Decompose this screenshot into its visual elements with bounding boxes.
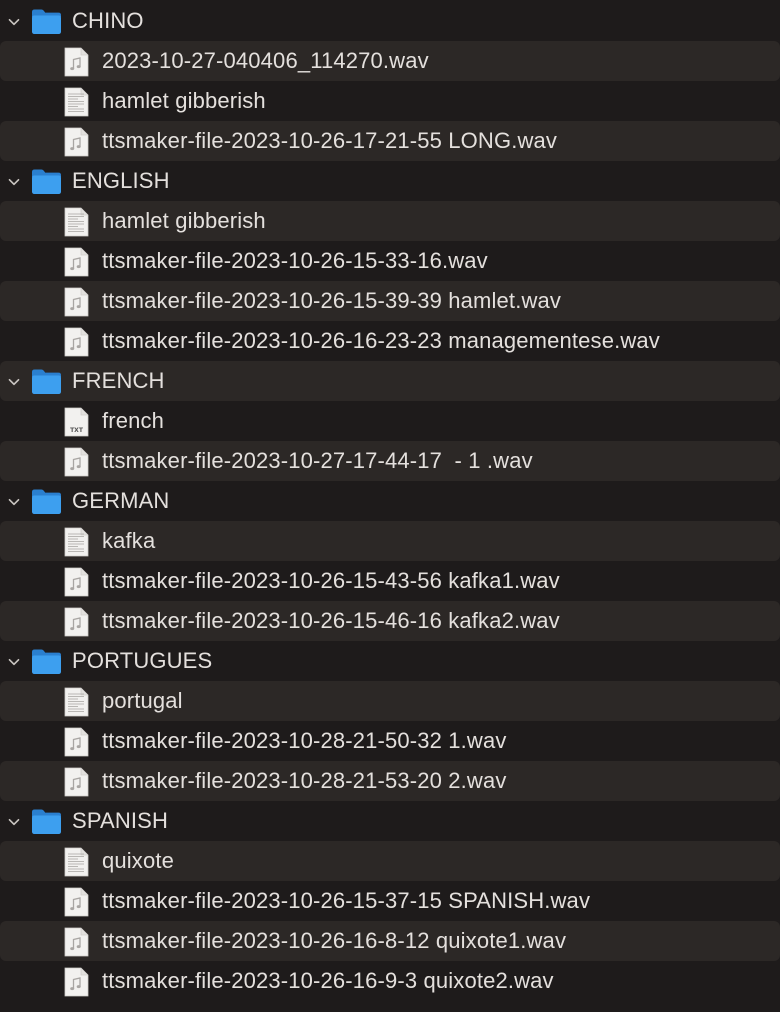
chevron-down-icon[interactable]	[8, 655, 20, 667]
folder-name: FRENCH	[72, 368, 165, 393]
audio-file-icon	[63, 767, 89, 797]
file-name: quixote	[102, 848, 174, 873]
audio-file-icon	[63, 727, 89, 757]
audio-file-icon	[63, 927, 89, 957]
audio-file-icon	[63, 567, 89, 597]
file-name: ttsmaker-file-2023-10-28-21-50-32 1.wav	[102, 728, 507, 753]
folder-name: CHINO	[72, 8, 144, 33]
folder-icon	[31, 808, 62, 835]
folder-icon	[31, 488, 62, 515]
audio-file-icon	[63, 607, 89, 637]
chevron-down-icon[interactable]	[8, 15, 20, 27]
file-row[interactable]: portugal	[0, 681, 780, 721]
audio-file-icon	[63, 247, 89, 277]
folder-icon	[31, 8, 62, 35]
audio-file-icon	[63, 447, 89, 477]
file-row[interactable]: ttsmaker-file-2023-10-26-15-39-39 hamlet…	[0, 281, 780, 321]
audio-file-icon	[63, 127, 89, 157]
file-row[interactable]: ttsmaker-file-2023-10-26-16-9-3 quixote2…	[0, 961, 780, 1001]
file-name: ttsmaker-file-2023-10-28-21-53-20 2.wav	[102, 768, 507, 793]
file-row[interactable]: quixote	[0, 841, 780, 881]
file-row[interactable]: hamlet gibberish	[0, 201, 780, 241]
file-row[interactable]: ttsmaker-file-2023-10-26-16-23-23 manage…	[0, 321, 780, 361]
audio-file-icon	[63, 47, 89, 77]
file-row[interactable]: ttsmaker-file-2023-10-26-15-46-16 kafka2…	[0, 601, 780, 641]
folder-icon	[31, 368, 62, 395]
file-row[interactable]: ttsmaker-file-2023-10-26-15-37-15 SPANIS…	[0, 881, 780, 921]
document-file-icon	[63, 87, 89, 117]
file-name: ttsmaker-file-2023-10-26-15-46-16 kafka2…	[102, 608, 560, 633]
file-name: ttsmaker-file-2023-10-26-16-8-12 quixote…	[102, 928, 567, 953]
audio-file-icon	[63, 327, 89, 357]
folder-row-portugues[interactable]: PORTUGUES	[0, 641, 780, 681]
file-name: ttsmaker-file-2023-10-26-15-37-15 SPANIS…	[102, 888, 591, 913]
file-name: ttsmaker-file-2023-10-27-17-44-17 - 1 .w…	[102, 448, 533, 473]
file-row[interactable]: ttsmaker-file-2023-10-27-17-44-17 - 1 .w…	[0, 441, 780, 481]
file-row[interactable]: ttsmaker-file-2023-10-28-21-53-20 2.wav	[0, 761, 780, 801]
file-name: ttsmaker-file-2023-10-26-15-39-39 hamlet…	[102, 288, 562, 313]
chevron-down-icon[interactable]	[8, 815, 20, 827]
folder-name: GERMAN	[72, 488, 170, 513]
file-name: french	[102, 408, 165, 433]
file-row[interactable]: ttsmaker-file-2023-10-26-17-21-55 LONG.w…	[0, 121, 780, 161]
file-row[interactable]: 2023-10-27-040406_114270.wav	[0, 41, 780, 81]
file-row[interactable]: ttsmaker-file-2023-10-28-21-50-32 1.wav	[0, 721, 780, 761]
document-file-icon	[63, 687, 89, 717]
document-file-icon	[63, 847, 89, 877]
file-row[interactable]: TXT french	[0, 401, 780, 441]
text-file-icon: TXT	[63, 407, 89, 437]
chevron-down-icon[interactable]	[8, 495, 20, 507]
file-name: ttsmaker-file-2023-10-26-16-9-3 quixote2…	[102, 968, 554, 993]
audio-file-icon	[63, 287, 89, 317]
folder-icon	[31, 648, 62, 675]
file-name: ttsmaker-file-2023-10-26-15-43-56 kafka1…	[102, 568, 560, 593]
folder-row-chino[interactable]: CHINO	[0, 1, 780, 41]
file-name: hamlet gibberish	[102, 88, 266, 113]
file-name: 2023-10-27-040406_114270.wav	[102, 48, 429, 73]
file-row[interactable]: ttsmaker-file-2023-10-26-16-8-12 quixote…	[0, 921, 780, 961]
folder-name: SPANISH	[72, 808, 169, 833]
folder-row-spanish[interactable]: SPANISH	[0, 801, 780, 841]
file-row[interactable]: ttsmaker-file-2023-10-26-15-33-16.wav	[0, 241, 780, 281]
audio-file-icon	[63, 887, 89, 917]
folder-row-french[interactable]: FRENCH	[0, 361, 780, 401]
folder-row-english[interactable]: ENGLISH	[0, 161, 780, 201]
file-name: ttsmaker-file-2023-10-26-16-23-23 manage…	[102, 328, 660, 353]
folder-name: PORTUGUES	[72, 648, 213, 673]
chevron-down-icon[interactable]	[8, 375, 20, 387]
file-row[interactable]: hamlet gibberish	[0, 81, 780, 121]
file-list: CHINO 2023-10-27-040406_114270.wavhamlet …	[0, 0, 780, 1012]
chevron-down-icon[interactable]	[8, 175, 20, 187]
file-row[interactable]: ttsmaker-file-2023-10-26-15-43-56 kafka1…	[0, 561, 780, 601]
file-row[interactable]: kafka	[0, 521, 780, 561]
audio-file-icon	[63, 967, 89, 997]
file-name: hamlet gibberish	[102, 208, 266, 233]
file-name: kafka	[102, 528, 156, 553]
folder-row-german[interactable]: GERMAN	[0, 481, 780, 521]
folder-icon	[31, 168, 62, 195]
file-name: ttsmaker-file-2023-10-26-15-33-16.wav	[102, 248, 488, 273]
file-name: ttsmaker-file-2023-10-26-17-21-55 LONG.w…	[102, 128, 558, 153]
document-file-icon	[63, 207, 89, 237]
file-name: portugal	[102, 688, 183, 713]
folder-name: ENGLISH	[72, 168, 170, 193]
svg-text:TXT: TXT	[70, 427, 84, 434]
document-file-icon	[63, 527, 89, 557]
